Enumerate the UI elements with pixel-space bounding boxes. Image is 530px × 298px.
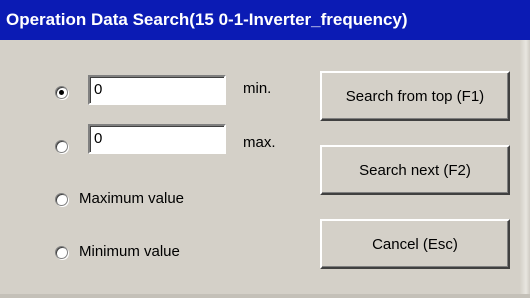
max-value-input[interactable]: 0	[88, 124, 226, 154]
maximum-value-label[interactable]: Maximum value	[79, 190, 184, 207]
window-bottom-edge	[0, 294, 530, 298]
min-value-input[interactable]: 0	[88, 75, 226, 105]
radio-selected-dot	[59, 90, 64, 95]
radio-minimum-value[interactable]	[55, 246, 68, 259]
cancel-button[interactable]: Cancel (Esc)	[320, 219, 510, 269]
radio-maximum-value[interactable]	[55, 193, 68, 206]
dialog-title: Operation Data Search(15 0-1-Inverter_fr…	[0, 0, 530, 40]
radio-min[interactable]	[55, 86, 68, 99]
radio-max[interactable]	[55, 140, 68, 153]
min-label: min.	[243, 80, 272, 97]
search-from-top-button[interactable]: Search from top (F1)	[320, 71, 510, 121]
search-dialog: Operation Data Search(15 0-1-Inverter_fr…	[0, 0, 530, 298]
search-next-button[interactable]: Search next (F2)	[320, 145, 510, 195]
max-label: max.	[243, 134, 276, 151]
minimum-value-label[interactable]: Minimum value	[79, 243, 180, 260]
window-edge	[520, 40, 530, 298]
